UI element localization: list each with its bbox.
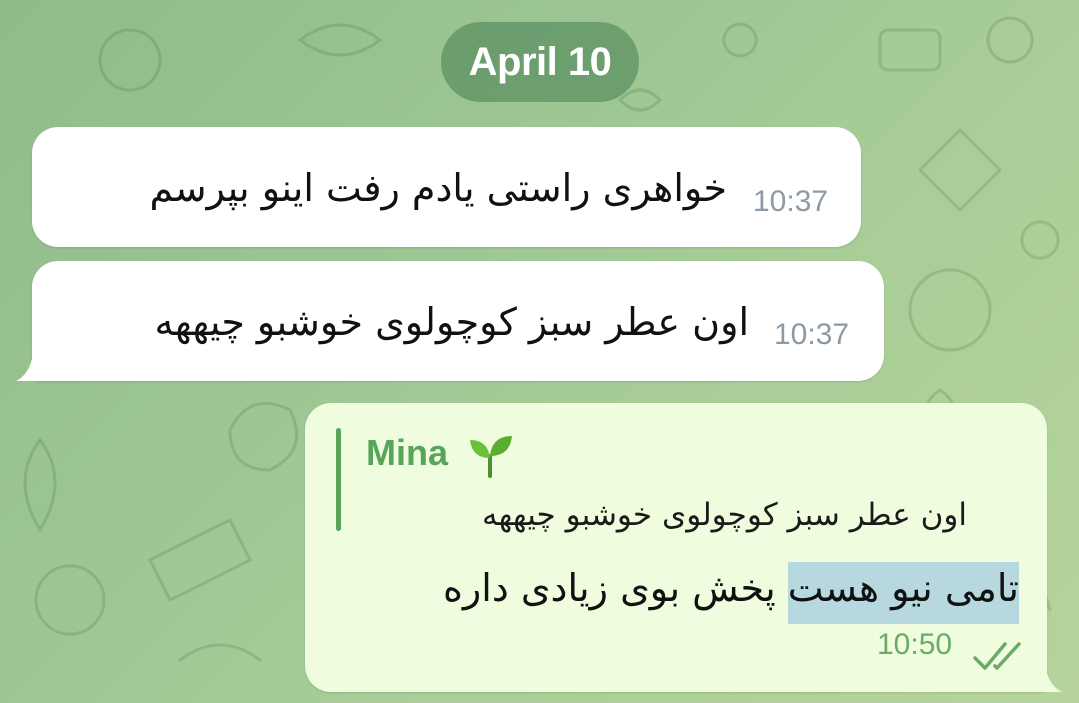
message-text: خواهری راستی یادم رفت اینو بپرسم (149, 166, 727, 210)
bubble-tail-icon (16, 359, 38, 381)
reply-quoted-text: اون عطر سبز کوچولوی خوشبو چیههه (482, 497, 967, 533)
message-text: تامی نیو هست پخش بوی زیادی داره (443, 562, 1019, 624)
message-text: اون عطر سبز کوچولوی خوشبو چیههه (154, 300, 749, 344)
message-time: 10:37 (753, 185, 829, 218)
reply-quote-bar (336, 428, 341, 531)
seedling-icon (470, 436, 512, 478)
date-separator: April 10 (441, 22, 639, 102)
highlighted-text: تامی نیو هست (787, 562, 1019, 624)
double-check-icon (973, 642, 1021, 670)
message-text-rest: پخش بوی زیادی داره (443, 566, 788, 610)
bubble-tail-icon (1040, 670, 1062, 692)
reply-sender-name[interactable]: Mina (366, 432, 448, 474)
message-time: 10:50 (877, 628, 953, 661)
message-time: 10:37 (774, 318, 850, 351)
